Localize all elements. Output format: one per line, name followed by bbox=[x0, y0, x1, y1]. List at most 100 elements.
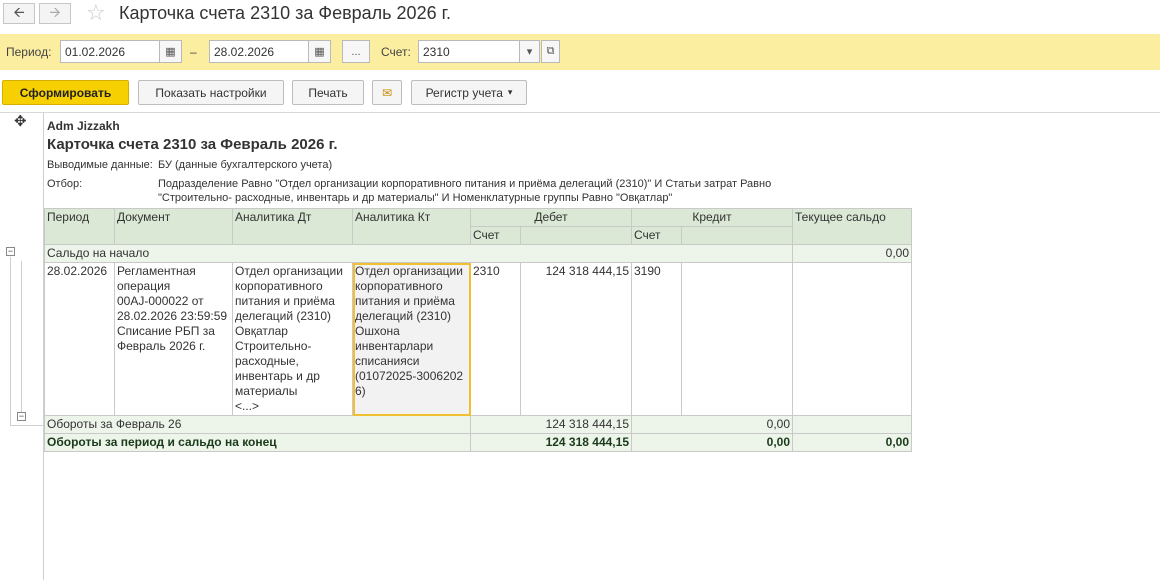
total-balance: 0,00 bbox=[792, 433, 912, 452]
forward-button[interactable]: 🡪 bbox=[39, 3, 71, 24]
header-debit-account[interactable]: Счет bbox=[470, 226, 521, 245]
row-credit-account[interactable]: 3190 bbox=[631, 262, 682, 416]
report-table: Период Документ Аналитика Дт Аналитика К… bbox=[44, 208, 912, 452]
cell-line: Строительно- bbox=[235, 339, 312, 353]
row-balance[interactable] bbox=[792, 262, 912, 416]
row-debit-amount[interactable]: 124 318 444,15 bbox=[520, 262, 632, 416]
cell-line: 28.02.2026 23:59:59 bbox=[117, 309, 228, 323]
window-title: Карточка счета 2310 за Февраль 2026 г. bbox=[119, 3, 451, 23]
cell-line: питания и приёма bbox=[355, 294, 455, 308]
cell-line: (01072025-3006202 bbox=[355, 369, 464, 383]
registry-label: Регистр учета bbox=[425, 85, 503, 100]
group-line bbox=[21, 261, 22, 413]
header-period[interactable]: Период bbox=[44, 208, 115, 245]
account-field[interactable]: 2310 bbox=[418, 40, 520, 63]
header-credit-amount bbox=[681, 226, 793, 245]
title-bar: 🡨 🡪 ☆ Карточка счета 2310 за Февраль 202… bbox=[0, 0, 1160, 30]
group-line bbox=[10, 425, 43, 426]
cell-line: корпоративного bbox=[355, 279, 443, 293]
collapse-toggle-icon[interactable]: − bbox=[17, 412, 26, 421]
period-select-button[interactable]: ... bbox=[342, 40, 370, 63]
output-label: Выводимые данные: bbox=[47, 159, 153, 171]
report-org: Adm Jizzakh bbox=[47, 119, 120, 133]
turnover-balance bbox=[792, 415, 912, 434]
turnover-row[interactable]: Обороты за Февраль 26 124 318 444,15 0,0… bbox=[44, 415, 912, 434]
open-window-icon: ⧉ bbox=[546, 45, 555, 57]
total-label: Обороты за период и сальдо на конец bbox=[44, 433, 471, 452]
header-debit[interactable]: Дебет bbox=[470, 208, 632, 227]
total-credit: 0,00 bbox=[631, 433, 793, 452]
cursor-crosshair-icon: ✥ bbox=[14, 113, 27, 130]
filter-bar: Период: 01.02.2026 ▦ – 28.02.2026 ▦ ... … bbox=[0, 34, 1160, 70]
date-from-field[interactable]: 01.02.2026 bbox=[60, 40, 160, 63]
cell-line: <...> bbox=[235, 399, 260, 413]
cell-line: 00AJ-000022 от bbox=[117, 294, 204, 308]
cell-line: питания и приёма bbox=[235, 294, 335, 308]
calendar-icon: ▦ bbox=[165, 46, 176, 58]
header-analytics-kt[interactable]: Аналитика Кт bbox=[352, 208, 471, 245]
turnover-label: Обороты за Февраль 26 bbox=[44, 415, 471, 434]
cell-line: расходные, bbox=[235, 354, 299, 368]
header-credit[interactable]: Кредит bbox=[631, 208, 793, 227]
cell-line: делегаций (2310) bbox=[355, 309, 452, 323]
opening-balance-row[interactable]: Сальдо на начало 0,00 bbox=[44, 244, 912, 263]
date-to-field[interactable]: 28.02.2026 bbox=[209, 40, 309, 63]
report-area[interactable]: ✥ Adm Jizzakh Карточка счета 2310 за Фев… bbox=[0, 112, 1160, 580]
favorite-star-icon[interactable]: ☆ bbox=[86, 1, 106, 25]
account-label: Счет: bbox=[381, 45, 411, 59]
row-date[interactable]: 28.02.2026 bbox=[44, 262, 115, 416]
cell-line: корпоративного bbox=[235, 279, 323, 293]
total-row[interactable]: Обороты за период и сальдо на конец 124 … bbox=[44, 433, 912, 452]
send-email-button[interactable]: ✉ bbox=[372, 80, 402, 105]
cell-line: делегаций (2310) bbox=[235, 309, 332, 323]
cell-line: Овқатлар bbox=[235, 324, 288, 338]
header-document[interactable]: Документ bbox=[114, 208, 233, 245]
report-heading: Карточка счета 2310 за Февраль 2026 г. bbox=[47, 136, 338, 153]
cell-line: Списание РБП за bbox=[117, 324, 215, 338]
cell-line: Ошхона bbox=[355, 324, 400, 338]
back-button[interactable]: 🡨 bbox=[3, 3, 35, 24]
cell-line: материалы bbox=[235, 384, 298, 398]
row-debit-account[interactable]: 2310 bbox=[470, 262, 521, 416]
generate-button[interactable]: Сформировать bbox=[2, 80, 129, 105]
cell-line: Отдел организации bbox=[355, 264, 463, 278]
chevron-down-icon: ▾ bbox=[507, 87, 513, 97]
registry-menu-button[interactable]: Регистр учета ▾ bbox=[411, 80, 527, 105]
cell-line: списанияси bbox=[355, 354, 420, 368]
row-document[interactable]: Регламентная операция 00AJ-000022 от 28.02.… bbox=[114, 262, 233, 416]
account-dropdown-button[interactable]: ▾ bbox=[519, 40, 540, 63]
envelope-icon: ✉ bbox=[381, 85, 393, 100]
account-open-button[interactable]: ⧉ bbox=[541, 40, 560, 63]
filter-label: Отбор: bbox=[47, 178, 83, 190]
table-row[interactable]: 28.02.2026 Регламентная операция 00AJ-0000… bbox=[44, 262, 912, 416]
header-credit-account[interactable]: Счет bbox=[631, 226, 682, 245]
header-balance[interactable]: Текущее сальдо bbox=[792, 208, 912, 245]
filter-line-1: Подразделение Равно "Отдел организации к… bbox=[158, 178, 772, 190]
filter-line-2: "Строительно- расходные, инвентарь и др … bbox=[158, 192, 673, 204]
opening-balance-value: 0,00 bbox=[792, 244, 912, 263]
collapse-toggle-icon[interactable]: − bbox=[6, 247, 15, 256]
header-analytics-dt[interactable]: Аналитика Дт bbox=[232, 208, 353, 245]
arrow-left-icon: 🡨 bbox=[13, 3, 25, 20]
calendar-icon: ▦ bbox=[314, 46, 325, 58]
calendar-from-button[interactable]: ▦ bbox=[159, 40, 182, 63]
cell-line: 6) bbox=[355, 384, 366, 398]
header-debit-amount bbox=[520, 226, 632, 245]
calendar-to-button[interactable]: ▦ bbox=[308, 40, 331, 63]
turnover-debit: 124 318 444,15 bbox=[470, 415, 632, 434]
period-dash: – bbox=[190, 45, 197, 59]
row-analytics-kt[interactable]: Отдел организации корпоративного питания и… bbox=[352, 262, 471, 416]
opening-balance-label: Сальдо на начало bbox=[44, 244, 793, 263]
show-settings-button[interactable]: Показать настройки bbox=[138, 80, 284, 105]
cell-line: Регламентная bbox=[117, 264, 196, 278]
row-analytics-dt[interactable]: Отдел организации корпоративного питания и… bbox=[232, 262, 353, 416]
cell-line: инвентарлари bbox=[355, 339, 434, 353]
group-line bbox=[10, 257, 11, 425]
table-header-row: Период Документ Аналитика Дт Аналитика К… bbox=[44, 208, 912, 245]
print-button[interactable]: Печать bbox=[292, 80, 364, 105]
period-label: Период: bbox=[6, 45, 52, 59]
total-debit: 124 318 444,15 bbox=[470, 433, 632, 452]
arrow-right-icon: 🡪 bbox=[49, 3, 61, 20]
row-credit-amount[interactable] bbox=[681, 262, 793, 416]
turnover-credit: 0,00 bbox=[631, 415, 793, 434]
